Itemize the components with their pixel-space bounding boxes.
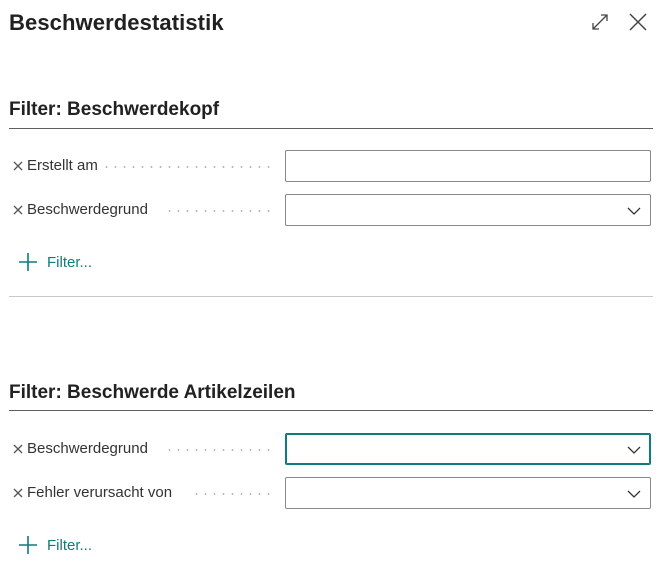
section-title-artikelzeilen: Filter: Beschwerde Artikelzeilen [9,382,296,403]
remove-filter-icon[interactable] [11,159,25,173]
add-filter-label: Filter... [47,253,93,271]
filter-dialog: Beschwerdestatistik Filter: Beschwerdeko… [0,0,668,563]
add-filter-button[interactable]: Filter... [18,252,92,272]
expand-icon[interactable] [588,10,612,34]
remove-filter-icon[interactable] [11,442,25,456]
filter-row-erstellt-am: Erstellt am [9,150,653,184]
filter-row-beschwerdegrund: Beschwerdegrund [9,194,653,228]
chevron-down-icon [627,490,641,498]
filter-label: Beschwerdegrund [27,440,148,457]
section-separator [9,296,653,297]
chevron-down-icon [627,446,641,454]
filter-label: Fehler verursacht von [27,484,173,501]
section-divider [9,410,653,411]
erstellt-am-input[interactable] [285,150,651,182]
leader-dots [191,493,273,495]
remove-filter-icon[interactable] [11,486,25,500]
section-divider [9,128,653,129]
title-actions [588,10,650,34]
filter-row-beschwerdegrund-lines: Beschwerdegrund [9,433,653,467]
fehler-verursacht-von-select[interactable] [285,477,651,509]
add-filter-button[interactable]: Filter... [18,535,92,555]
filter-label: Erstellt am [27,157,98,174]
beschwerdegrund-lines-select[interactable] [285,433,651,465]
leader-dots [105,166,273,168]
remove-filter-icon[interactable] [11,203,25,217]
filter-row-fehler-verursacht-von: Fehler verursacht von [9,477,653,511]
filter-label: Beschwerdegrund [27,201,148,218]
add-filter-label: Filter... [47,536,93,554]
plus-icon [19,253,37,271]
section-title-beschwerdekopf: Filter: Beschwerdekopf [9,99,220,120]
dialog-title: Beschwerdestatistik [9,10,224,35]
beschwerdegrund-select[interactable] [285,194,651,226]
leader-dots [162,210,273,212]
chevron-down-icon [627,207,641,215]
erstellt-am-field[interactable] [286,151,650,181]
leader-dots [162,449,273,451]
close-icon[interactable] [626,10,650,34]
plus-icon [19,536,37,554]
